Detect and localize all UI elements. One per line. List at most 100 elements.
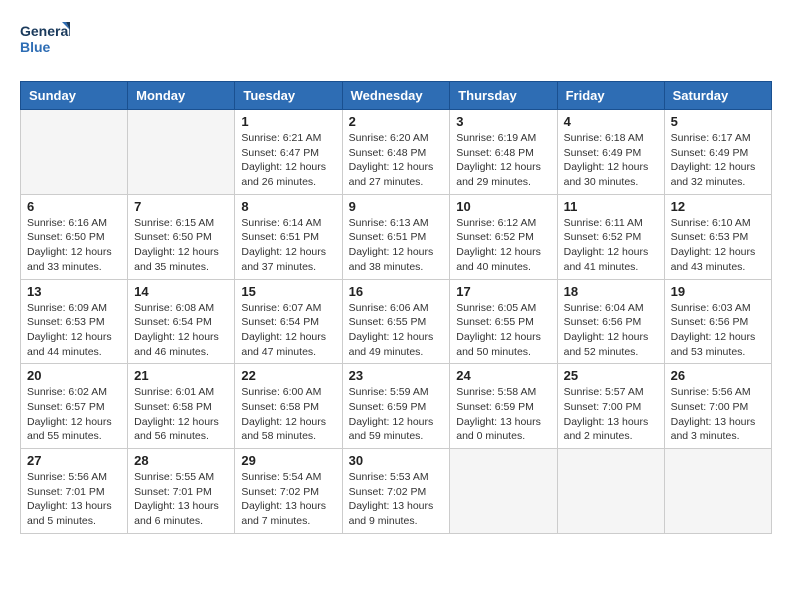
calendar-cell xyxy=(664,449,771,534)
day-number: 6 xyxy=(27,199,121,214)
day-number: 15 xyxy=(241,284,335,299)
calendar-header-monday: Monday xyxy=(128,82,235,110)
day-number: 28 xyxy=(134,453,228,468)
week-row-5: 27 Sunrise: 5:56 AMSunset: 7:01 PMDayligh… xyxy=(21,449,772,534)
logo: General Blue xyxy=(20,20,70,65)
day-info: Sunrise: 6:17 AMSunset: 6:49 PMDaylight:… xyxy=(671,131,765,190)
calendar-cell: 13 Sunrise: 6:09 AMSunset: 6:53 PMDayligh… xyxy=(21,279,128,364)
calendar-cell: 3Sunrise: 6:19 AMSunset: 6:48 PMDaylight… xyxy=(450,110,557,195)
day-number: 11 xyxy=(564,199,658,214)
calendar-header-sunday: Sunday xyxy=(21,82,128,110)
calendar-table: SundayMondayTuesdayWednesdayThursdayFrid… xyxy=(20,81,772,534)
calendar-cell: 22 Sunrise: 6:00 AMSunset: 6:58 PMDayligh… xyxy=(235,364,342,449)
day-info: Sunrise: 6:09 AMSunset: 6:53 PMDaylight:… xyxy=(27,301,121,360)
day-info: Sunrise: 6:04 AMSunset: 6:56 PMDaylight:… xyxy=(564,301,658,360)
calendar-header-wednesday: Wednesday xyxy=(342,82,450,110)
week-row-4: 20Sunrise: 6:02 AMSunset: 6:57 PMDayligh… xyxy=(21,364,772,449)
day-info: Sunrise: 6:06 AMSunset: 6:55 PMDaylight:… xyxy=(349,301,444,360)
calendar-cell: 11 Sunrise: 6:11 AMSunset: 6:52 PMDayligh… xyxy=(557,194,664,279)
day-info: Sunrise: 5:59 AMSunset: 6:59 PMDaylight:… xyxy=(349,385,444,444)
day-number: 4 xyxy=(564,114,658,129)
day-number: 2 xyxy=(349,114,444,129)
calendar-header-friday: Friday xyxy=(557,82,664,110)
day-number: 17 xyxy=(456,284,550,299)
calendar-cell: 12Sunrise: 6:10 AMSunset: 6:53 PMDayligh… xyxy=(664,194,771,279)
day-number: 24 xyxy=(456,368,550,383)
calendar-cell: 16 Sunrise: 6:06 AMSunset: 6:55 PMDayligh… xyxy=(342,279,450,364)
day-info: Sunrise: 6:05 AMSunset: 6:55 PMDaylight:… xyxy=(456,301,550,360)
calendar-cell: 8 Sunrise: 6:14 AMSunset: 6:51 PMDaylight… xyxy=(235,194,342,279)
calendar-cell: 21Sunrise: 6:01 AMSunset: 6:58 PMDayligh… xyxy=(128,364,235,449)
day-number: 20 xyxy=(27,368,121,383)
day-info: Sunrise: 6:11 AMSunset: 6:52 PMDaylight:… xyxy=(564,216,658,275)
calendar-cell: 9Sunrise: 6:13 AMSunset: 6:51 PMDaylight… xyxy=(342,194,450,279)
day-number: 29 xyxy=(241,453,335,468)
calendar-cell: 15 Sunrise: 6:07 AMSunset: 6:54 PMDayligh… xyxy=(235,279,342,364)
day-number: 26 xyxy=(671,368,765,383)
day-number: 10 xyxy=(456,199,550,214)
day-number: 18 xyxy=(564,284,658,299)
day-info: Sunrise: 6:21 AMSunset: 6:47 PMDaylight:… xyxy=(241,131,335,190)
day-info: Sunrise: 6:12 AMSunset: 6:52 PMDaylight:… xyxy=(456,216,550,275)
calendar-cell: 4 Sunrise: 6:18 AMSunset: 6:49 PMDaylight… xyxy=(557,110,664,195)
calendar-cell xyxy=(21,110,128,195)
day-info: Sunrise: 5:57 AMSunset: 7:00 PMDaylight:… xyxy=(564,385,658,444)
day-info: Sunrise: 6:15 AMSunset: 6:50 PMDaylight:… xyxy=(134,216,228,275)
day-info: Sunrise: 5:58 AMSunset: 6:59 PMDaylight:… xyxy=(456,385,550,444)
day-number: 1 xyxy=(241,114,335,129)
day-info: Sunrise: 6:16 AMSunset: 6:50 PMDaylight:… xyxy=(27,216,121,275)
day-number: 25 xyxy=(564,368,658,383)
day-info: Sunrise: 6:20 AMSunset: 6:48 PMDaylight:… xyxy=(349,131,444,190)
day-info: Sunrise: 6:07 AMSunset: 6:54 PMDaylight:… xyxy=(241,301,335,360)
day-info: Sunrise: 6:00 AMSunset: 6:58 PMDaylight:… xyxy=(241,385,335,444)
calendar-cell: 18 Sunrise: 6:04 AMSunset: 6:56 PMDayligh… xyxy=(557,279,664,364)
calendar-cell: 1 Sunrise: 6:21 AMSunset: 6:47 PMDaylight… xyxy=(235,110,342,195)
day-info: Sunrise: 5:56 AMSunset: 7:01 PMDaylight:… xyxy=(27,470,121,529)
calendar-cell: 14 Sunrise: 6:08 AMSunset: 6:54 PMDayligh… xyxy=(128,279,235,364)
day-info: Sunrise: 5:53 AMSunset: 7:02 PMDaylight:… xyxy=(349,470,444,529)
day-number: 9 xyxy=(349,199,444,214)
day-number: 5 xyxy=(671,114,765,129)
day-info: Sunrise: 6:14 AMSunset: 6:51 PMDaylight:… xyxy=(241,216,335,275)
day-info: Sunrise: 6:03 AMSunset: 6:56 PMDaylight:… xyxy=(671,301,765,360)
day-number: 8 xyxy=(241,199,335,214)
calendar-cell: 19 Sunrise: 6:03 AMSunset: 6:56 PMDayligh… xyxy=(664,279,771,364)
logo-svg: General Blue xyxy=(20,20,70,65)
day-number: 19 xyxy=(671,284,765,299)
calendar-header-thursday: Thursday xyxy=(450,82,557,110)
calendar-cell: 30 Sunrise: 5:53 AMSunset: 7:02 PMDayligh… xyxy=(342,449,450,534)
day-info: Sunrise: 6:01 AMSunset: 6:58 PMDaylight:… xyxy=(134,385,228,444)
calendar-header-saturday: Saturday xyxy=(664,82,771,110)
day-info: Sunrise: 5:54 AMSunset: 7:02 PMDaylight:… xyxy=(241,470,335,529)
day-info: Sunrise: 6:08 AMSunset: 6:54 PMDaylight:… xyxy=(134,301,228,360)
day-info: Sunrise: 6:18 AMSunset: 6:49 PMDaylight:… xyxy=(564,131,658,190)
calendar-cell: 17 Sunrise: 6:05 AMSunset: 6:55 PMDayligh… xyxy=(450,279,557,364)
calendar-cell: 29 Sunrise: 5:54 AMSunset: 7:02 PMDayligh… xyxy=(235,449,342,534)
calendar-cell: 10 Sunrise: 6:12 AMSunset: 6:52 PMDayligh… xyxy=(450,194,557,279)
svg-text:Blue: Blue xyxy=(20,39,51,55)
calendar-cell: 26 Sunrise: 5:56 AMSunset: 7:00 PMDayligh… xyxy=(664,364,771,449)
calendar-cell xyxy=(450,449,557,534)
calendar-cell: 27 Sunrise: 5:56 AMSunset: 7:01 PMDayligh… xyxy=(21,449,128,534)
calendar-header-row: SundayMondayTuesdayWednesdayThursdayFrid… xyxy=(21,82,772,110)
calendar-cell xyxy=(557,449,664,534)
calendar-cell: 2 Sunrise: 6:20 AMSunset: 6:48 PMDaylight… xyxy=(342,110,450,195)
calendar-cell: 25 Sunrise: 5:57 AMSunset: 7:00 PMDayligh… xyxy=(557,364,664,449)
calendar-header-tuesday: Tuesday xyxy=(235,82,342,110)
day-number: 7 xyxy=(134,199,228,214)
day-info: Sunrise: 6:10 AMSunset: 6:53 PMDaylight:… xyxy=(671,216,765,275)
calendar-cell: 6 Sunrise: 6:16 AMSunset: 6:50 PMDaylight… xyxy=(21,194,128,279)
day-number: 27 xyxy=(27,453,121,468)
day-info: Sunrise: 6:19 AMSunset: 6:48 PMDaylight:… xyxy=(456,131,550,190)
week-row-1: 1 Sunrise: 6:21 AMSunset: 6:47 PMDaylight… xyxy=(21,110,772,195)
week-row-3: 13 Sunrise: 6:09 AMSunset: 6:53 PMDayligh… xyxy=(21,279,772,364)
day-number: 14 xyxy=(134,284,228,299)
day-info: Sunrise: 5:55 AMSunset: 7:01 PMDaylight:… xyxy=(134,470,228,529)
day-info: Sunrise: 5:56 AMSunset: 7:00 PMDaylight:… xyxy=(671,385,765,444)
day-number: 13 xyxy=(27,284,121,299)
calendar-cell: 20Sunrise: 6:02 AMSunset: 6:57 PMDayligh… xyxy=(21,364,128,449)
day-number: 16 xyxy=(349,284,444,299)
day-number: 22 xyxy=(241,368,335,383)
calendar-cell xyxy=(128,110,235,195)
day-number: 30 xyxy=(349,453,444,468)
